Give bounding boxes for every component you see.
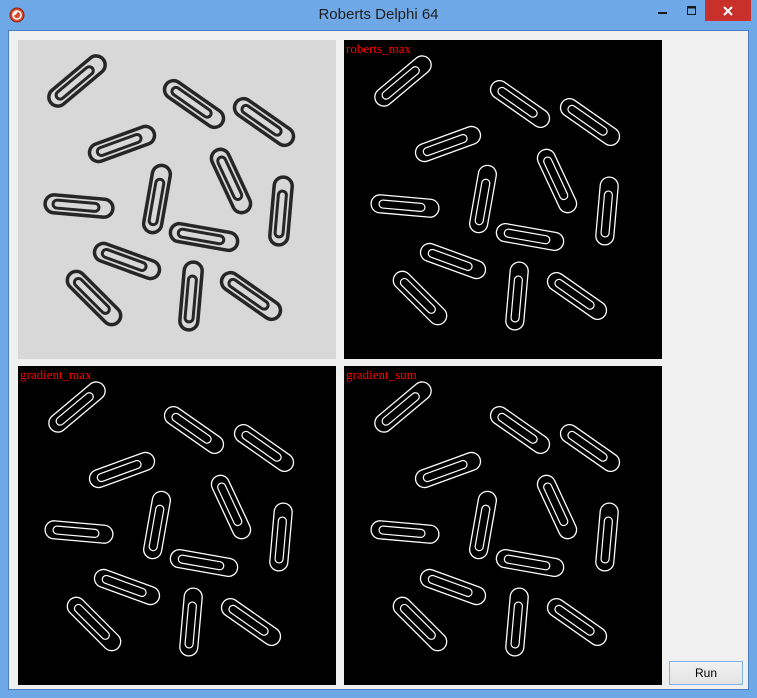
paperclip-shape [469,164,497,234]
maximize-icon [686,5,696,15]
paperclip-shape [169,549,239,577]
paperclip-shape [546,598,608,646]
paperclip-shape [370,194,440,218]
paperclip-shape [87,124,157,164]
paperclip-shape [414,451,482,489]
paperclip-shape [392,596,448,652]
paperclip-shape [374,55,432,107]
panel-label: roberts_max [346,41,411,56]
paperclip-shape [559,98,621,146]
paperclip-shape [210,474,252,540]
minimize-button[interactable] [648,0,678,21]
client-area: roberts_max gradient_max gradient_sum Ru… [8,30,749,690]
panel-label: gradient_max [20,367,92,382]
paperclip-shape [65,269,123,327]
roberts-max-image: roberts_max [344,40,662,359]
paperclip-shape [489,406,551,454]
paperclip-shape [93,568,161,606]
paperclip-shape [489,80,551,128]
paperclip-shape [88,451,156,489]
close-button[interactable] [705,0,751,21]
paperclip-shape [47,54,107,108]
paperclip-shape [209,147,253,215]
paperclip-shape [595,176,619,246]
app-window: Roberts Delphi 64 roberts_max gradient_m… [0,0,757,698]
paperclip-shape [232,96,296,148]
paperclip-shape [419,568,487,606]
maximize-button[interactable] [678,0,705,21]
close-icon [723,5,733,16]
paperclip-shape [179,587,203,657]
paperclip-shape [536,148,578,214]
paperclip-shape [143,490,171,560]
paperclip-shape [43,193,115,219]
paperclip-shape [374,381,432,433]
paperclip-shape [419,242,487,280]
paperclip-shape [546,272,608,320]
paperclip-shape [269,502,293,572]
gradient-max-image: gradient_max [18,366,336,685]
paperclip-shape [178,260,204,332]
paperclip-shape [370,520,440,544]
paperclip-shape [495,223,565,251]
paperclip-shape [505,587,529,657]
paperclip-shape [392,270,448,326]
paperclip-shape [469,490,497,560]
paperclip-shape [141,163,173,235]
title-bar[interactable]: Roberts Delphi 64 [0,0,757,30]
gradient-sum-image: gradient_sum [344,366,662,685]
panel-label: gradient_sum [346,367,417,382]
paperclip-shape [168,221,240,253]
paperclip-shape [92,241,162,281]
paperclip-shape [162,78,226,130]
paperclip-shape [44,520,114,544]
paperclip-shape [220,598,282,646]
paperclip-shape [219,270,283,322]
paperclip-shape [414,125,482,163]
original-image [18,40,336,359]
paperclip-shape [559,424,621,472]
minimize-icon [658,11,667,14]
paperclip-shape [495,549,565,577]
paperclip-shape [163,406,225,454]
paperclip-shape [595,502,619,572]
window-title: Roberts Delphi 64 [318,6,439,23]
paperclip-shape [66,596,122,652]
run-button[interactable]: Run [669,661,743,685]
paperclip-shape [233,424,295,472]
paperclip-shape [268,175,294,247]
paperclip-shape [505,261,529,331]
paperclip-shape [48,381,106,433]
paperclip-shape [536,474,578,540]
